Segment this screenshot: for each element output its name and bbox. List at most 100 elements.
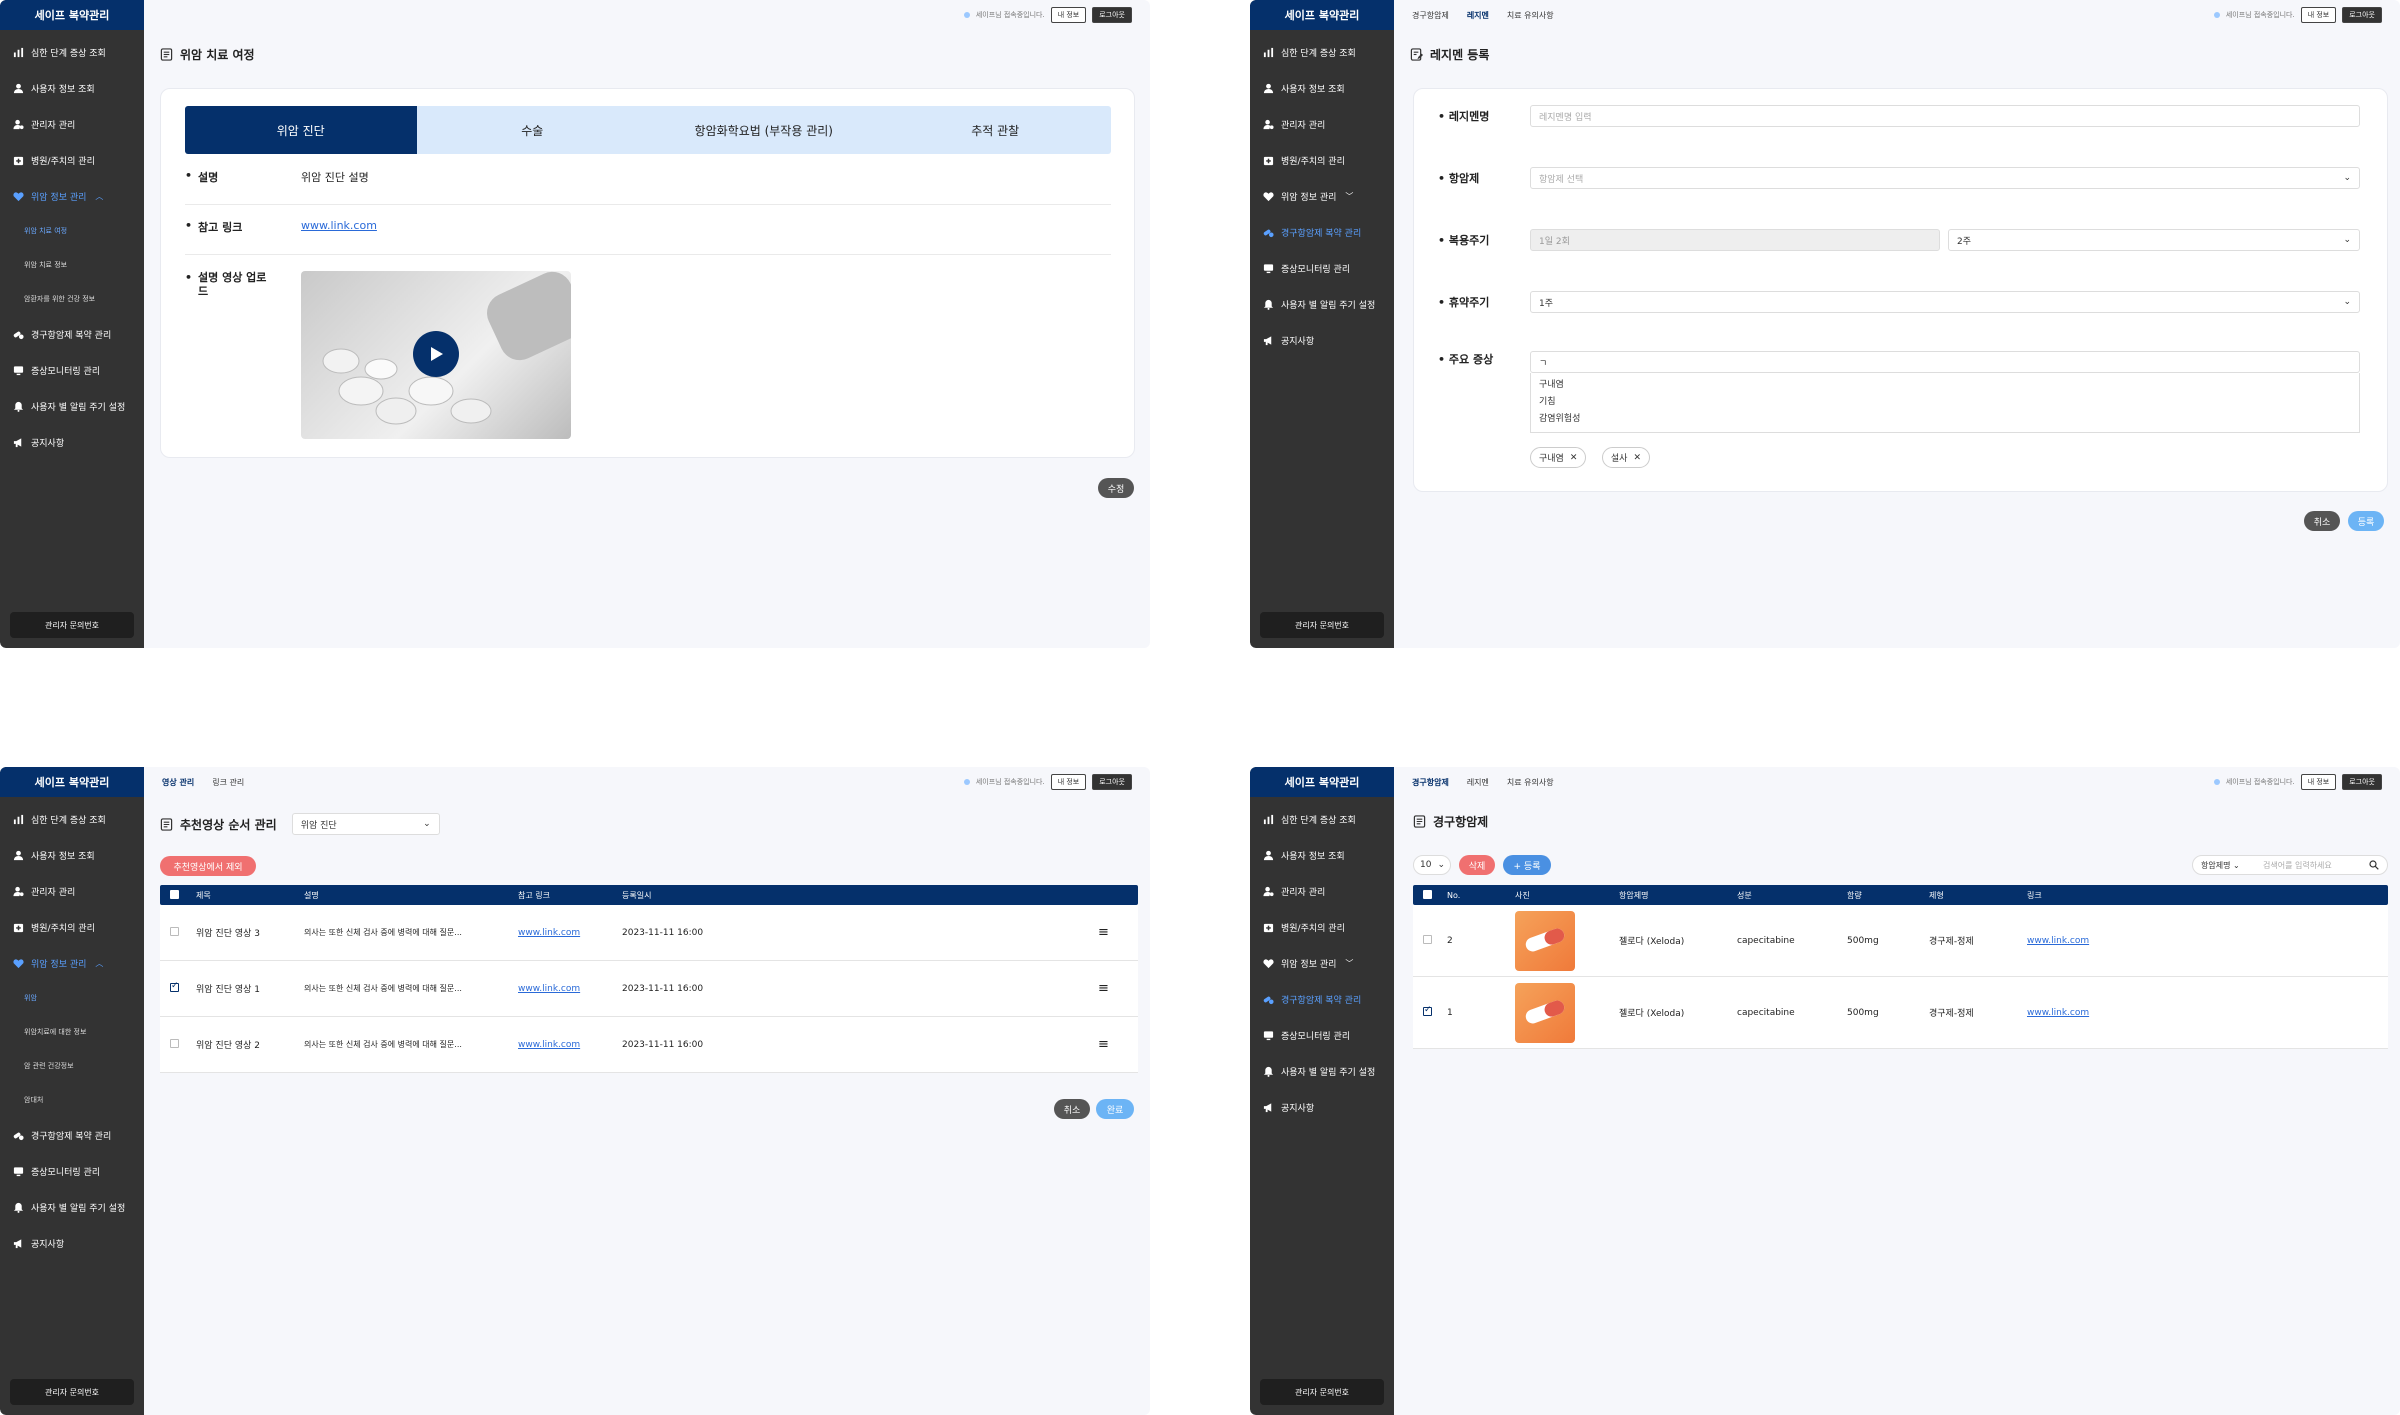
suggestion-item[interactable]: 감염위험성 <box>1539 411 2351 428</box>
submenu-coping[interactable]: 암대처 <box>0 1083 144 1117</box>
sidebar-item-cancer-info[interactable]: 위암 정보 관리 ﹀ <box>1250 945 1394 981</box>
brand-logo[interactable]: 세이프 복약관리 <box>1250 0 1394 30</box>
sidebar-item-cancer-info[interactable]: 위암 정보 관리 ︿ <box>0 945 144 981</box>
tab-followup[interactable]: 추적 관찰 <box>880 106 1112 154</box>
cancel-button[interactable]: 취소 <box>1054 1099 1090 1119</box>
row-checkbox[interactable] <box>170 981 179 992</box>
done-button[interactable]: 완료 <box>1096 1099 1134 1119</box>
logout-button[interactable]: 로그아웃 <box>1092 7 1132 23</box>
sidebar-item-alerts[interactable]: 사용자 별 알림 주기 설정 <box>0 1189 144 1225</box>
sidebar-item-medication[interactable]: 경구항암제 복약 관리 <box>1250 214 1394 250</box>
sidebar-item-notice[interactable]: 공지사항 <box>0 1225 144 1261</box>
tab-surgery[interactable]: 수술 <box>417 106 649 154</box>
close-icon[interactable]: ✕ <box>1633 453 1641 463</box>
edit-button[interactable]: 수정 <box>1098 478 1134 498</box>
rest-select[interactable]: 1주 ⌄ <box>1530 291 2360 313</box>
logout-button[interactable]: 로그아웃 <box>1092 774 1132 790</box>
sidebar-item-admin[interactable]: 관리자 관리 <box>1250 106 1394 142</box>
sidebar-item-alerts[interactable]: 사용자 별 알림 주기 설정 <box>0 388 144 424</box>
submenu-treatment-info[interactable]: 위암치료에 대한 정보 <box>0 1015 144 1049</box>
sidebar-item-user-info[interactable]: 사용자 정보 조회 <box>0 837 144 873</box>
exclude-button[interactable]: 추천영상에서 제외 <box>160 856 256 876</box>
play-button[interactable] <box>413 331 459 377</box>
submenu-treatment-info[interactable]: 위암 치료 정보 <box>0 248 144 282</box>
logout-button[interactable]: 로그아웃 <box>2342 774 2382 790</box>
admin-contact-button[interactable]: 관리자 문의번호 <box>1260 1379 1384 1405</box>
submenu-journey[interactable]: 위암 치료 여정 <box>0 214 144 248</box>
sidebar-item-user-info[interactable]: 사용자 정보 조회 <box>1250 837 1394 873</box>
sidebar-item-monitoring[interactable]: 증상모니터링 관리 <box>0 352 144 388</box>
sidebar-item-hospital[interactable]: 병원/주치의 관리 <box>0 909 144 945</box>
suggestion-item[interactable]: 기침 <box>1539 394 2351 411</box>
tab-link-manage[interactable]: 링크 관리 <box>212 777 244 788</box>
drag-handle-icon[interactable]: ≡ <box>1098 1037 1138 1052</box>
submit-button[interactable]: 등록 <box>2348 511 2384 531</box>
sidebar-item-severe-symptoms[interactable]: 심한 단계 증상 조회 <box>0 801 144 837</box>
submenu-health-info[interactable]: 암 관련 건강정보 <box>0 1049 144 1083</box>
table-row[interactable]: 2 젤로다 (Xeloda) capecitabine 500mg 경구제-정제… <box>1413 905 2388 977</box>
search-icon[interactable] <box>2369 860 2379 870</box>
sidebar-item-severe-symptoms[interactable]: 심한 단계 증상 조회 <box>0 34 144 70</box>
sidebar-item-cancer-info[interactable]: 위암 정보 관리 ︿ <box>0 178 144 214</box>
sidebar-item-admin[interactable]: 관리자 관리 <box>0 873 144 909</box>
logout-button[interactable]: 로그아웃 <box>2342 7 2382 23</box>
select-all-checkbox[interactable] <box>170 889 179 899</box>
sidebar-item-alerts[interactable]: 사용자 별 알림 주기 설정 <box>1250 286 1394 322</box>
admin-contact-button[interactable]: 관리자 문의번호 <box>10 1379 134 1405</box>
submenu-health-info[interactable]: 암환자를 위한 건강 정보 <box>0 282 144 316</box>
sidebar-item-severe-symptoms[interactable]: 심한 단계 증상 조회 <box>1250 34 1394 70</box>
brand-logo[interactable]: 세이프 복약관리 <box>1250 767 1394 797</box>
close-icon[interactable]: ✕ <box>1570 453 1578 463</box>
tab-oral-drugs[interactable]: 경구항암제 <box>1412 777 1449 788</box>
my-info-button[interactable]: 내 정보 <box>2300 7 2337 23</box>
sidebar-item-admin[interactable]: 관리자 관리 <box>0 106 144 142</box>
sidebar-item-monitoring[interactable]: 증상모니터링 관리 <box>1250 250 1394 286</box>
tab-diagnosis[interactable]: 위암 진단 <box>185 106 417 154</box>
sidebar-item-user-info[interactable]: 사용자 정보 조회 <box>1250 70 1394 106</box>
sidebar-item-notice[interactable]: 공지사항 <box>1250 1089 1394 1125</box>
sidebar-item-monitoring[interactable]: 증상모니터링 관리 <box>0 1153 144 1189</box>
cancel-button[interactable]: 취소 <box>2304 511 2340 531</box>
sidebar-item-medication[interactable]: 경구항암제 복약 관리 <box>0 1117 144 1153</box>
sidebar-item-hospital[interactable]: 병원/주치의 관리 <box>1250 142 1394 178</box>
suggestion-item[interactable]: 구내염 <box>1539 377 2351 394</box>
sidebar-item-alerts[interactable]: 사용자 별 알림 주기 설정 <box>1250 1053 1394 1089</box>
delete-button[interactable]: 삭제 <box>1459 855 1495 875</box>
row-checkbox[interactable] <box>170 1038 179 1048</box>
sidebar-item-cancer-info[interactable]: 위암 정보 관리 ﹀ <box>1250 178 1394 214</box>
select-all-checkbox[interactable] <box>1423 889 1432 899</box>
sidebar-item-notice[interactable]: 공지사항 <box>1250 322 1394 358</box>
tab-chemotherapy[interactable]: 항암화학요법 (부작용 관리) <box>648 106 880 154</box>
tab-video-manage[interactable]: 영상 관리 <box>162 777 194 788</box>
sidebar-item-medication[interactable]: 경구항암제 복약 관리 <box>1250 981 1394 1017</box>
sidebar-item-severe-symptoms[interactable]: 심한 단계 증상 조회 <box>1250 801 1394 837</box>
table-row[interactable]: 위암 진단 영상 1 의사는 또한 신체 검사 중에 병력에 대해 질문... … <box>160 961 1138 1017</box>
table-row[interactable]: 위암 진단 영상 2 의사는 또한 신체 검사 중에 병력에 대해 질문... … <box>160 1017 1138 1073</box>
regimen-name-input[interactable]: 레지멘명 입력 <box>1530 105 2360 127</box>
my-info-button[interactable]: 내 정보 <box>1050 7 1087 23</box>
reference-link[interactable]: www.link.com <box>301 219 377 254</box>
admin-contact-button[interactable]: 관리자 문의번호 <box>1260 612 1384 638</box>
drag-handle-icon[interactable]: ≡ <box>1098 925 1138 940</box>
row-checkbox[interactable] <box>170 926 179 936</box>
drag-handle-icon[interactable]: ≡ <box>1098 981 1138 996</box>
add-button[interactable]: + 등록 <box>1503 855 1551 875</box>
admin-contact-button[interactable]: 관리자 문의번호 <box>10 612 134 638</box>
symptom-input[interactable]: ㄱ <box>1530 351 2360 373</box>
sidebar-item-monitoring[interactable]: 증상모니터링 관리 <box>1250 1017 1394 1053</box>
drug-select[interactable]: 항암제 선택 ⌄ <box>1530 167 2360 189</box>
search-input[interactable]: 검색어를 입력하세요 <box>2263 860 2369 871</box>
row-checkbox[interactable] <box>1423 1005 1432 1016</box>
sidebar-item-hospital[interactable]: 병원/주치의 관리 <box>1250 909 1394 945</box>
sidebar-item-user-info[interactable]: 사용자 정보 조회 <box>0 70 144 106</box>
tab-regimen[interactable]: 레지멘 <box>1467 10 1489 21</box>
table-row[interactable]: 1 젤로다 (Xeloda) capecitabine 500mg 경구제-정제… <box>1413 977 2388 1049</box>
sidebar-item-admin[interactable]: 관리자 관리 <box>1250 873 1394 909</box>
category-select[interactable]: 위암 진단 ⌄ <box>291 813 440 835</box>
tab-precautions[interactable]: 치료 유의사항 <box>1507 10 1554 21</box>
brand-logo[interactable]: 세이프 복약관리 <box>0 767 144 797</box>
my-info-button[interactable]: 내 정보 <box>2300 774 2337 790</box>
row-checkbox[interactable] <box>1423 934 1432 944</box>
submenu-cancer[interactable]: 위암 <box>0 981 144 1015</box>
sidebar-item-medication[interactable]: 경구항암제 복약 관리 <box>0 316 144 352</box>
